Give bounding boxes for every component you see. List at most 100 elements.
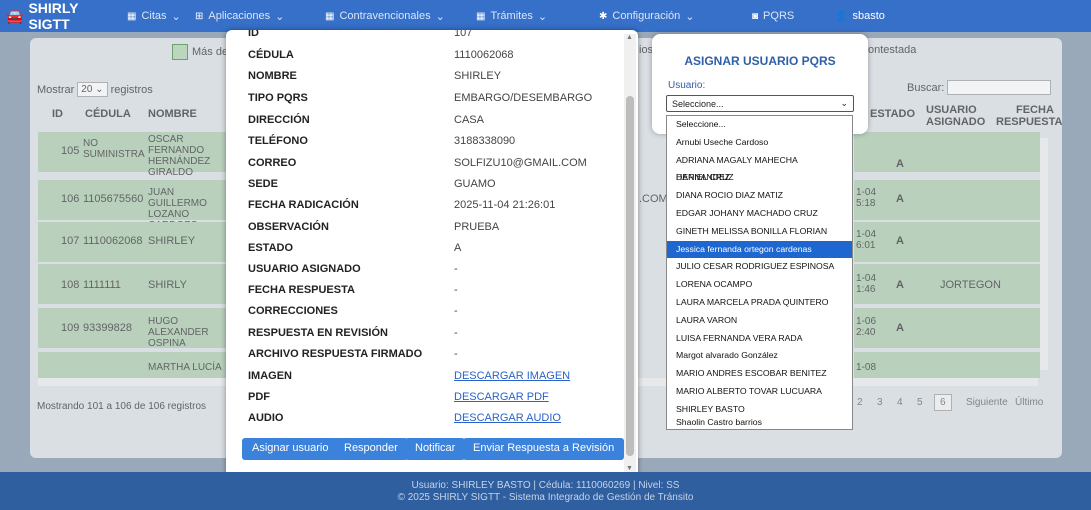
user-option[interactable]: JULIO CESAR RODRIGUEZ ESPINOSA	[667, 258, 852, 276]
next-page[interactable]: Siguiente	[966, 397, 1008, 408]
respond-button[interactable]: Responder	[334, 438, 408, 460]
user-option[interactable]: ADRIANA MAGALY MAHECHA HERNANDEZ	[667, 152, 852, 182]
col-estado[interactable]: ESTADO	[870, 108, 915, 120]
footer-user-info: Usuario: SHIRLEY BASTO | Cédula: 1110060…	[411, 480, 680, 491]
search-input[interactable]	[947, 80, 1052, 95]
field-fecha-respuesta: FECHA RESPUESTA -	[248, 284, 458, 296]
field-direccion: DIRECCIÓN CASA	[248, 114, 484, 126]
field-sede: SEDE GUAMO	[248, 178, 496, 190]
user-option[interactable]: MARIO ALBERTO TOVAR LUCUARA	[667, 383, 852, 401]
gear-icon: ✱	[599, 10, 608, 22]
page-length-select[interactable]: 20 ⌄	[77, 82, 108, 97]
field-tipo: TIPO PQRS EMBARGO/DESEMBARGO	[248, 92, 593, 104]
nav-user[interactable]: 👤 sbasto	[835, 0, 885, 32]
scroll-down-icon[interactable]: ▼	[626, 465, 633, 472]
col-id[interactable]: ID	[52, 108, 63, 120]
chat-icon: ◙	[752, 10, 759, 22]
page-3[interactable]: 3	[877, 397, 883, 408]
last-page[interactable]: Último	[1015, 397, 1043, 408]
col-nombre[interactable]: NOMBRE	[148, 108, 197, 120]
field-telefono: TELÉFONO 3188338090	[248, 135, 516, 147]
calendar-icon: ▦	[476, 10, 486, 22]
pqrs-detail-modal: ID 107 CÉDULA 1110062068 NOMBRE SHIRLEY TIP…	[226, 30, 638, 478]
brand[interactable]: 🚘 SHIRLY SIGTT	[0, 0, 122, 32]
search-box: Buscar:	[907, 80, 1052, 95]
field-archivo-firmado: ARCHIVO RESPUESTA FIRMADO -	[248, 348, 458, 360]
field-respuesta-revision: RESPUESTA EN REVISIÓN -	[248, 327, 458, 339]
nav-contravencionales[interactable]: ▦ Contravencionales ⌄	[325, 0, 445, 32]
nav-aplicaciones[interactable]: ⊞ Aplicaciones ⌄	[195, 0, 284, 32]
field-nombre: NOMBRE SHIRLEY	[248, 70, 502, 82]
field-observacion: OBSERVACIÓN PRUEBA	[248, 221, 500, 233]
assign-user-button[interactable]: Asignar usuario	[242, 438, 339, 460]
field-id: ID 107	[248, 30, 473, 39]
top-navbar: 🚘 SHIRLY SIGTT ▦ Citas ⌄ ⊞ Aplicaciones ⌄ ▦ C…	[0, 0, 1091, 32]
chevron-down-icon: ⌄	[685, 10, 695, 23]
chevron-down-icon: ⌄	[435, 10, 445, 23]
user-option[interactable]: LAURA VARON	[667, 312, 852, 330]
user-option[interactable]: LUISA FERNANDA VERA RADA	[667, 330, 852, 348]
user-option[interactable]: MARIO ANDRES ESCOBAR BENITEZ	[667, 365, 852, 383]
send-review-button[interactable]: Enviar Respuesta a Revisión	[463, 438, 625, 460]
scroll-up-icon[interactable]: ▲	[626, 34, 633, 41]
chevron-down-icon: ⌄	[171, 10, 181, 23]
field-estado: ESTADO A	[248, 242, 462, 254]
notify-button[interactable]: Notificar	[405, 438, 466, 460]
user-option[interactable]: GINETH MELISSA BONILLA FLORIAN	[667, 223, 852, 241]
col-usuario-1: USUARIO	[926, 104, 977, 116]
table-row-right: A	[854, 132, 1040, 172]
user-option[interactable]: Margot alvarado González	[667, 347, 852, 365]
user-icon: 👤	[835, 10, 848, 22]
user-option[interactable]: Seleccione...	[667, 116, 852, 134]
table-row-right: 1-06 2:40 A	[854, 308, 1040, 348]
usuario-select[interactable]: Seleccione... ⌄	[666, 95, 854, 112]
nav-pqrs[interactable]: ◙ PQRS	[752, 0, 794, 32]
field-correo: CORREO SOLFIZU10@GMAIL.COM	[248, 157, 587, 169]
chevron-down-icon: ⌄	[275, 10, 285, 23]
page-2[interactable]: 2	[857, 397, 863, 408]
user-option[interactable]: LAURA MARCELA PRADA QUINTERO	[667, 294, 852, 312]
assign-title: ASIGNAR USUARIO PQRS	[684, 54, 836, 68]
nav-tramites[interactable]: ▦ Trámites ⌄	[476, 0, 547, 32]
records-info: Mostrando 101 a 106 de 106 registros	[37, 401, 206, 412]
chevron-down-icon: ⌄	[537, 10, 548, 23]
user-option[interactable]: EDGAR JOHANY MACHADO CRUZ	[667, 205, 852, 223]
table-row-right: 1-08	[854, 352, 1040, 378]
page-6-current[interactable]: 6	[934, 394, 952, 411]
footer: Usuario: SHIRLEY BASTO | Cédula: 1110060…	[0, 472, 1091, 510]
chevron-down-icon: ⌄	[840, 98, 848, 108]
calendar-icon: ▦	[325, 10, 335, 22]
table-vertical-scrollbar[interactable]	[1040, 138, 1048, 370]
user-option[interactable]: Arnubi Useche Cardoso	[667, 134, 852, 152]
calendar-icon: ▦	[127, 10, 137, 22]
legend: Más de	[172, 44, 228, 60]
user-option[interactable]: LORENA OCAMPO	[667, 276, 852, 294]
user-option[interactable]: DANIEL CRUZ	[667, 169, 852, 187]
user-option[interactable]: Shaolin Castro barrios	[667, 414, 852, 432]
page-4[interactable]: 4	[897, 397, 903, 408]
nav-configuracion[interactable]: ✱ Configuración ⌄	[599, 0, 694, 32]
col-cedula[interactable]: CÉDULA	[85, 108, 131, 120]
download-pdf-link[interactable]: DESCARGAR PDF	[454, 391, 549, 403]
field-fecha-radicacion: FECHA RADICACIÓN 2025-11-04 21:26:01	[248, 199, 556, 211]
modal-scrollbar-thumb[interactable]	[626, 96, 634, 456]
page-length: Mostrar 20 ⌄ registros	[37, 82, 153, 97]
col-fecha-1: FECHA	[1016, 104, 1054, 116]
nav-citas[interactable]: ▦ Citas ⌄	[127, 0, 181, 32]
user-option-highlighted[interactable]: Jessica fernanda ortegon cardenas	[667, 240, 852, 259]
legend-swatch	[172, 44, 188, 60]
download-audio-link[interactable]: DESCARGAR AUDIO	[454, 412, 561, 424]
car-icon: 🚘	[6, 7, 24, 24]
brand-name: SHIRLY SIGTT	[28, 0, 79, 32]
col-fecha-2[interactable]: RESPUESTA	[996, 116, 1062, 128]
usuario-label: Usuario:	[668, 80, 706, 91]
field-cedula: CÉDULA 1110062068	[248, 49, 514, 61]
footer-copyright: © 2025 SHIRLY SIGTT - Sistema Integrado …	[397, 492, 694, 503]
table-row-right: 1-04 5:18 A	[854, 180, 1040, 220]
field-imagen: IMAGEN DESCARGAR IMAGEN	[248, 370, 571, 382]
user-option[interactable]: DIANA ROCIO DIAZ MATIZ	[667, 187, 852, 205]
download-image-link[interactable]: DESCARGAR IMAGEN	[454, 370, 570, 382]
page-5[interactable]: 5	[917, 397, 923, 408]
grid-icon: ⊞	[195, 10, 204, 22]
col-usuario-2[interactable]: ASIGNADO	[926, 116, 985, 128]
